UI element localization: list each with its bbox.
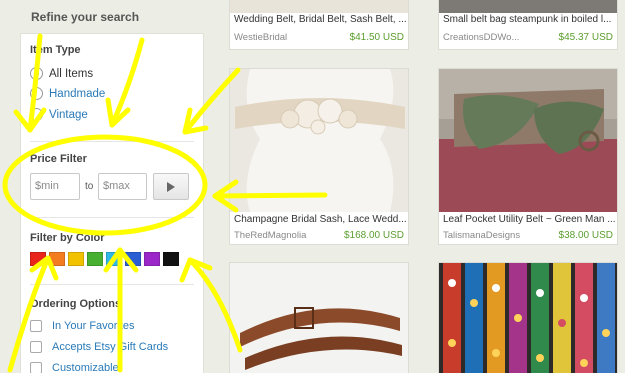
listing-shop[interactable]: WestieBridal — [234, 32, 287, 43]
price-min-input[interactable]: $min — [30, 173, 80, 200]
leather-belt-illustration — [230, 263, 408, 373]
price-to-label: to — [85, 181, 94, 192]
radio-button-checked[interactable] — [30, 67, 43, 80]
listing-shop[interactable]: TalismanaDesigns — [443, 230, 520, 241]
color-swatch-orange[interactable] — [49, 252, 65, 266]
checkbox-label-favorites[interactable]: In Your Favorites — [52, 320, 135, 332]
listing-title[interactable]: Champagne Bridal Sash, Lace Wedd... — [234, 214, 406, 225]
checkbox-label-gift-cards[interactable]: Accepts Etsy Gift Cards — [52, 341, 168, 353]
listing-card[interactable]: Champagne Bridal Sash, Lace Wedd... TheR… — [229, 68, 409, 245]
listing-shop[interactable]: CreationsDDWo... — [443, 32, 519, 43]
listing-image[interactable] — [230, 0, 408, 13]
checkbox[interactable] — [30, 362, 42, 373]
listing-title[interactable]: Leaf Pocket Utility Belt ~ Green Man ... — [443, 214, 615, 225]
color-swatch-red[interactable] — [30, 252, 46, 266]
radio-vintage[interactable]: Vintage — [30, 108, 88, 121]
radio-label-vintage[interactable]: Vintage — [49, 109, 88, 121]
divider — [30, 284, 194, 285]
listing-image[interactable] — [230, 263, 408, 373]
price-max-input[interactable]: $max — [98, 173, 147, 200]
color-swatch-black[interactable] — [163, 252, 179, 266]
leaf-belt-illustration — [439, 69, 617, 212]
color-swatch-sky-blue[interactable] — [106, 252, 122, 266]
ordering-options-title: Ordering Options — [30, 298, 122, 310]
color-swatch-yellow[interactable] — [68, 252, 84, 266]
radio-label-handmade[interactable]: Handmade — [49, 88, 105, 100]
radio-button[interactable] — [30, 108, 43, 121]
listing-image[interactable] — [230, 69, 408, 212]
listing-title[interactable]: Wedding Belt, Bridal Belt, Sash Belt, ..… — [234, 14, 406, 25]
listing-image[interactable] — [439, 69, 617, 212]
refine-title: Refine your search — [31, 10, 140, 24]
divider — [30, 217, 194, 218]
color-swatch-blue[interactable] — [125, 252, 141, 266]
price-submit-button[interactable] — [153, 173, 189, 200]
checkbox-gift-cards[interactable]: Accepts Etsy Gift Cards — [30, 341, 168, 353]
divider — [30, 141, 194, 142]
color-swatch-green[interactable] — [87, 252, 103, 266]
listing-card[interactable]: Small belt bag steampunk in boiled l... … — [438, 0, 618, 50]
checkbox-customizable[interactable]: Customizable — [30, 362, 119, 373]
bridal-sash-illustration — [230, 69, 408, 212]
price-filter-title: Price Filter — [30, 153, 87, 165]
listing-card[interactable]: Leaf Pocket Utility Belt ~ Green Man ...… — [438, 68, 618, 245]
listing-title[interactable]: Small belt bag steampunk in boiled l... — [443, 14, 615, 25]
listing-price: $45.37 USD — [558, 32, 613, 43]
listing-price: $168.00 USD — [343, 230, 404, 241]
checkbox[interactable] — [30, 341, 42, 353]
radio-label-all-items: All Items — [49, 67, 94, 80]
radio-handmade[interactable]: Handmade — [30, 87, 105, 100]
filter-panel: Item Type All Items Handmade Vintage Pri… — [20, 33, 204, 373]
checkbox[interactable] — [30, 320, 42, 332]
listing-price: $41.50 USD — [349, 32, 404, 43]
checkbox-label-customizable[interactable]: Customizable — [52, 362, 119, 373]
color-filter-title: Filter by Color — [30, 232, 105, 244]
radio-button[interactable] — [30, 87, 43, 100]
play-triangle-icon — [167, 181, 175, 192]
listing-shop[interactable]: TheRedMagnolia — [234, 230, 306, 241]
embroidered-straps-illustration — [439, 263, 617, 373]
listing-card[interactable]: Wedding Belt, Bridal Belt, Sash Belt, ..… — [229, 0, 409, 50]
listing-image[interactable] — [439, 263, 617, 373]
listing-price: $38.00 USD — [558, 230, 613, 241]
radio-all-items[interactable]: All Items — [30, 67, 93, 80]
listing-card[interactable] — [229, 262, 409, 373]
color-swatch-purple[interactable] — [144, 252, 160, 266]
listing-image[interactable] — [439, 0, 617, 13]
color-swatches — [30, 252, 179, 266]
item-type-title: Item Type — [30, 44, 81, 56]
listing-card[interactable] — [438, 262, 618, 373]
checkbox-favorites[interactable]: In Your Favorites — [30, 320, 135, 332]
